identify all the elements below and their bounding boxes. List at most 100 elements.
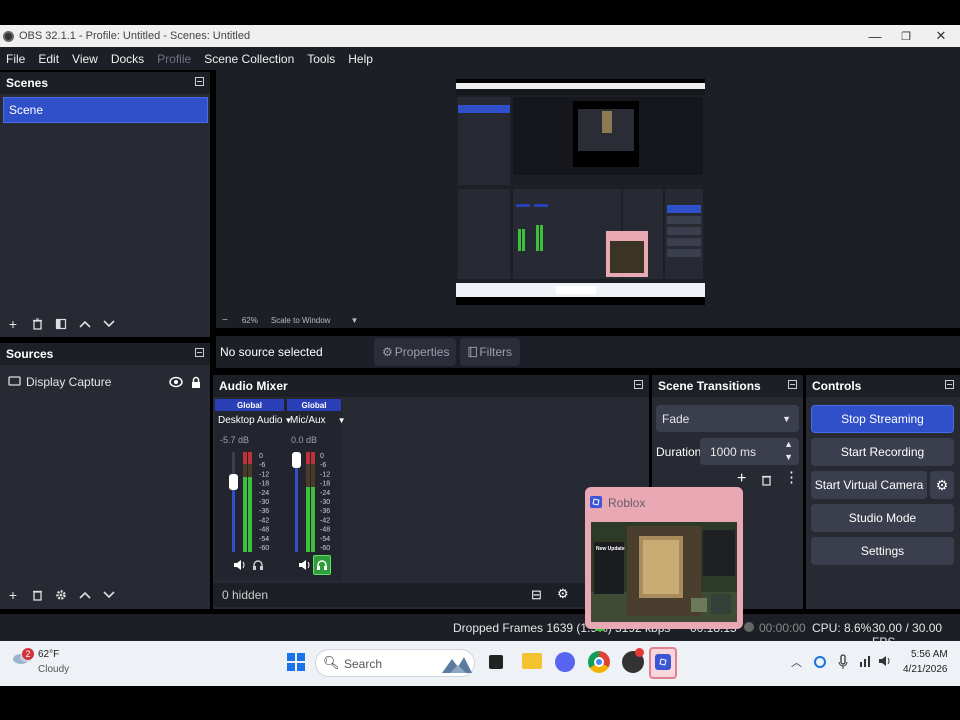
wifi-icon[interactable] xyxy=(859,654,873,668)
mixer-settings-gear-icon[interactable]: ⚙ xyxy=(557,586,569,602)
weather-notification-badge: 2 xyxy=(22,648,34,660)
speaker-icon[interactable] xyxy=(233,559,247,571)
properties-button[interactable]: ⚙ Properties xyxy=(374,338,456,366)
menu-edit[interactable]: Edit xyxy=(38,52,59,66)
clock-time[interactable]: 5:56 AM xyxy=(911,649,948,660)
roblox-taskbar-preview[interactable]: Roblox New Update xyxy=(585,487,743,629)
transition-select[interactable]: Fade ▼ xyxy=(656,405,799,432)
weather-desc[interactable]: Cloudy xyxy=(38,664,69,675)
move-source-up-icon[interactable] xyxy=(75,585,95,605)
source-item-label: Display Capture xyxy=(26,375,112,389)
meter-scale-label: -12 xyxy=(320,471,330,478)
desktop-audio-channel-name[interactable]: Desktop Audio ▼ xyxy=(218,415,292,426)
settings-button[interactable]: Settings xyxy=(811,537,954,565)
monitor-toggle-button[interactable] xyxy=(313,555,331,575)
studio-mode-button[interactable]: Studio Mode xyxy=(811,504,954,532)
menu-scene-collection[interactable]: Scene Collection xyxy=(204,52,294,66)
meter-peak-zone xyxy=(248,452,252,464)
mic-aux-channel-name[interactable]: Mic/Aux ▼ xyxy=(290,415,345,426)
volume-slider-knob[interactable] xyxy=(229,474,238,490)
volume-slider-knob[interactable] xyxy=(292,452,301,468)
close-button[interactable]: ✕ xyxy=(924,25,958,47)
preview-zoom-bar: − 62% Scale to Window ▼ xyxy=(216,312,960,328)
move-scene-up-icon[interactable] xyxy=(75,314,95,334)
discord-icon[interactable] xyxy=(555,652,575,672)
menu-docks[interactable]: Docks xyxy=(111,52,144,66)
scenes-header: Scenes xyxy=(0,72,210,94)
menu-bar: File Edit View Docks Profile Scene Colle… xyxy=(0,47,960,70)
scale-mode-dropdown-icon[interactable]: ▼ xyxy=(350,316,358,325)
virtual-camera-config-button[interactable]: ⚙ xyxy=(930,471,954,499)
menu-profile[interactable]: Profile xyxy=(157,52,191,66)
menu-tools[interactable]: Tools xyxy=(307,52,335,66)
windows-start-icon[interactable] xyxy=(287,653,305,671)
mixer-layout-icon[interactable]: ⊟ xyxy=(531,587,542,603)
lock-icon[interactable] xyxy=(190,376,202,389)
visibility-eye-icon[interactable] xyxy=(169,376,183,388)
add-scene-icon[interactable]: + xyxy=(3,314,23,334)
network-status-icon[interactable] xyxy=(814,656,826,668)
minimize-button[interactable]: — xyxy=(858,25,892,47)
status-bar: Dropped Frames 1639 (1.9%) 5192 kbps 00:… xyxy=(0,614,960,649)
menu-help[interactable]: Help xyxy=(348,52,373,66)
gear-icon: ⚙ xyxy=(382,345,393,359)
file-explorer-icon[interactable] xyxy=(522,653,542,669)
volume-slider-fill xyxy=(232,482,235,552)
add-source-icon[interactable]: + xyxy=(3,585,23,605)
microphone-icon[interactable] xyxy=(838,654,848,670)
scene-filters-icon[interactable] xyxy=(51,314,71,334)
tray-overflow-chevron-icon[interactable]: ︿ xyxy=(791,654,802,670)
scale-mode-label[interactable]: Scale to Window xyxy=(271,316,331,325)
meter-scale-label: -36 xyxy=(320,508,330,515)
undock-icon[interactable] xyxy=(945,380,954,389)
source-settings-gear-icon[interactable] xyxy=(51,585,71,605)
add-transition-icon[interactable]: + xyxy=(737,470,746,488)
menu-view[interactable]: View xyxy=(72,52,98,66)
controls-header: Controls xyxy=(806,375,960,397)
sources-header: Sources xyxy=(0,343,210,365)
undock-icon[interactable] xyxy=(195,77,204,86)
start-recording-button[interactable]: Start Recording xyxy=(811,438,954,466)
start-virtual-camera-button[interactable]: Start Virtual Camera xyxy=(811,471,927,499)
meter-scale-label: -60 xyxy=(259,545,269,552)
channel-menu-icon[interactable]: ▼ xyxy=(338,416,346,425)
obs-taskbar-icon[interactable] xyxy=(622,648,644,673)
stop-streaming-button[interactable]: Stop Streaming xyxy=(811,405,954,433)
restore-button[interactable]: ❐ xyxy=(889,25,923,47)
meter-scale-label: -18 xyxy=(320,481,330,488)
audio-mixer-header: Audio Mixer xyxy=(213,375,649,397)
move-scene-down-icon[interactable] xyxy=(99,314,119,334)
audio-mixer-title: Audio Mixer xyxy=(219,379,288,393)
meter-scale-label: -54 xyxy=(320,536,330,543)
meter-scale-label: -12 xyxy=(259,471,269,478)
undock-icon[interactable] xyxy=(634,380,643,389)
undock-icon[interactable] xyxy=(788,380,797,389)
mic-aux-db: 0.0 dB xyxy=(291,435,318,445)
weather-temp[interactable]: 62°F xyxy=(38,649,59,660)
duration-spinbox[interactable]: 1000 ms ▲ ▼ xyxy=(700,438,799,465)
duration-label: Duration xyxy=(656,445,702,459)
volume-icon[interactable] xyxy=(878,654,892,668)
source-list-item[interactable]: Display Capture xyxy=(3,372,208,392)
roblox-taskbar-icon[interactable] xyxy=(649,647,677,679)
remove-source-icon[interactable] xyxy=(27,585,47,605)
preview-canvas[interactable] xyxy=(456,79,705,305)
zoom-out-button[interactable]: − xyxy=(222,315,228,326)
clock-date[interactable]: 4/21/2026 xyxy=(903,664,948,675)
headphones-icon[interactable] xyxy=(252,559,264,571)
chrome-icon[interactable] xyxy=(588,651,610,673)
transition-more-icon[interactable]: ⋮ xyxy=(784,470,799,486)
taskbar-search-box[interactable]: 🔍︎ Search xyxy=(315,649,475,677)
scene-list-item[interactable]: Scene xyxy=(3,97,208,123)
task-view-icon[interactable] xyxy=(489,655,503,669)
chevron-down-icon: ▼ xyxy=(782,413,791,424)
undock-icon[interactable] xyxy=(195,348,204,357)
speaker-icon[interactable] xyxy=(298,559,312,571)
remove-scene-icon[interactable] xyxy=(27,314,47,334)
spin-arrows-icon[interactable]: ▲ ▼ xyxy=(784,438,793,464)
filters-button[interactable]: Filters xyxy=(460,338,520,366)
move-source-down-icon[interactable] xyxy=(99,585,119,605)
menu-file[interactable]: File xyxy=(6,52,25,66)
remove-transition-icon[interactable] xyxy=(761,474,772,486)
roblox-popup-title: Roblox xyxy=(608,496,646,510)
